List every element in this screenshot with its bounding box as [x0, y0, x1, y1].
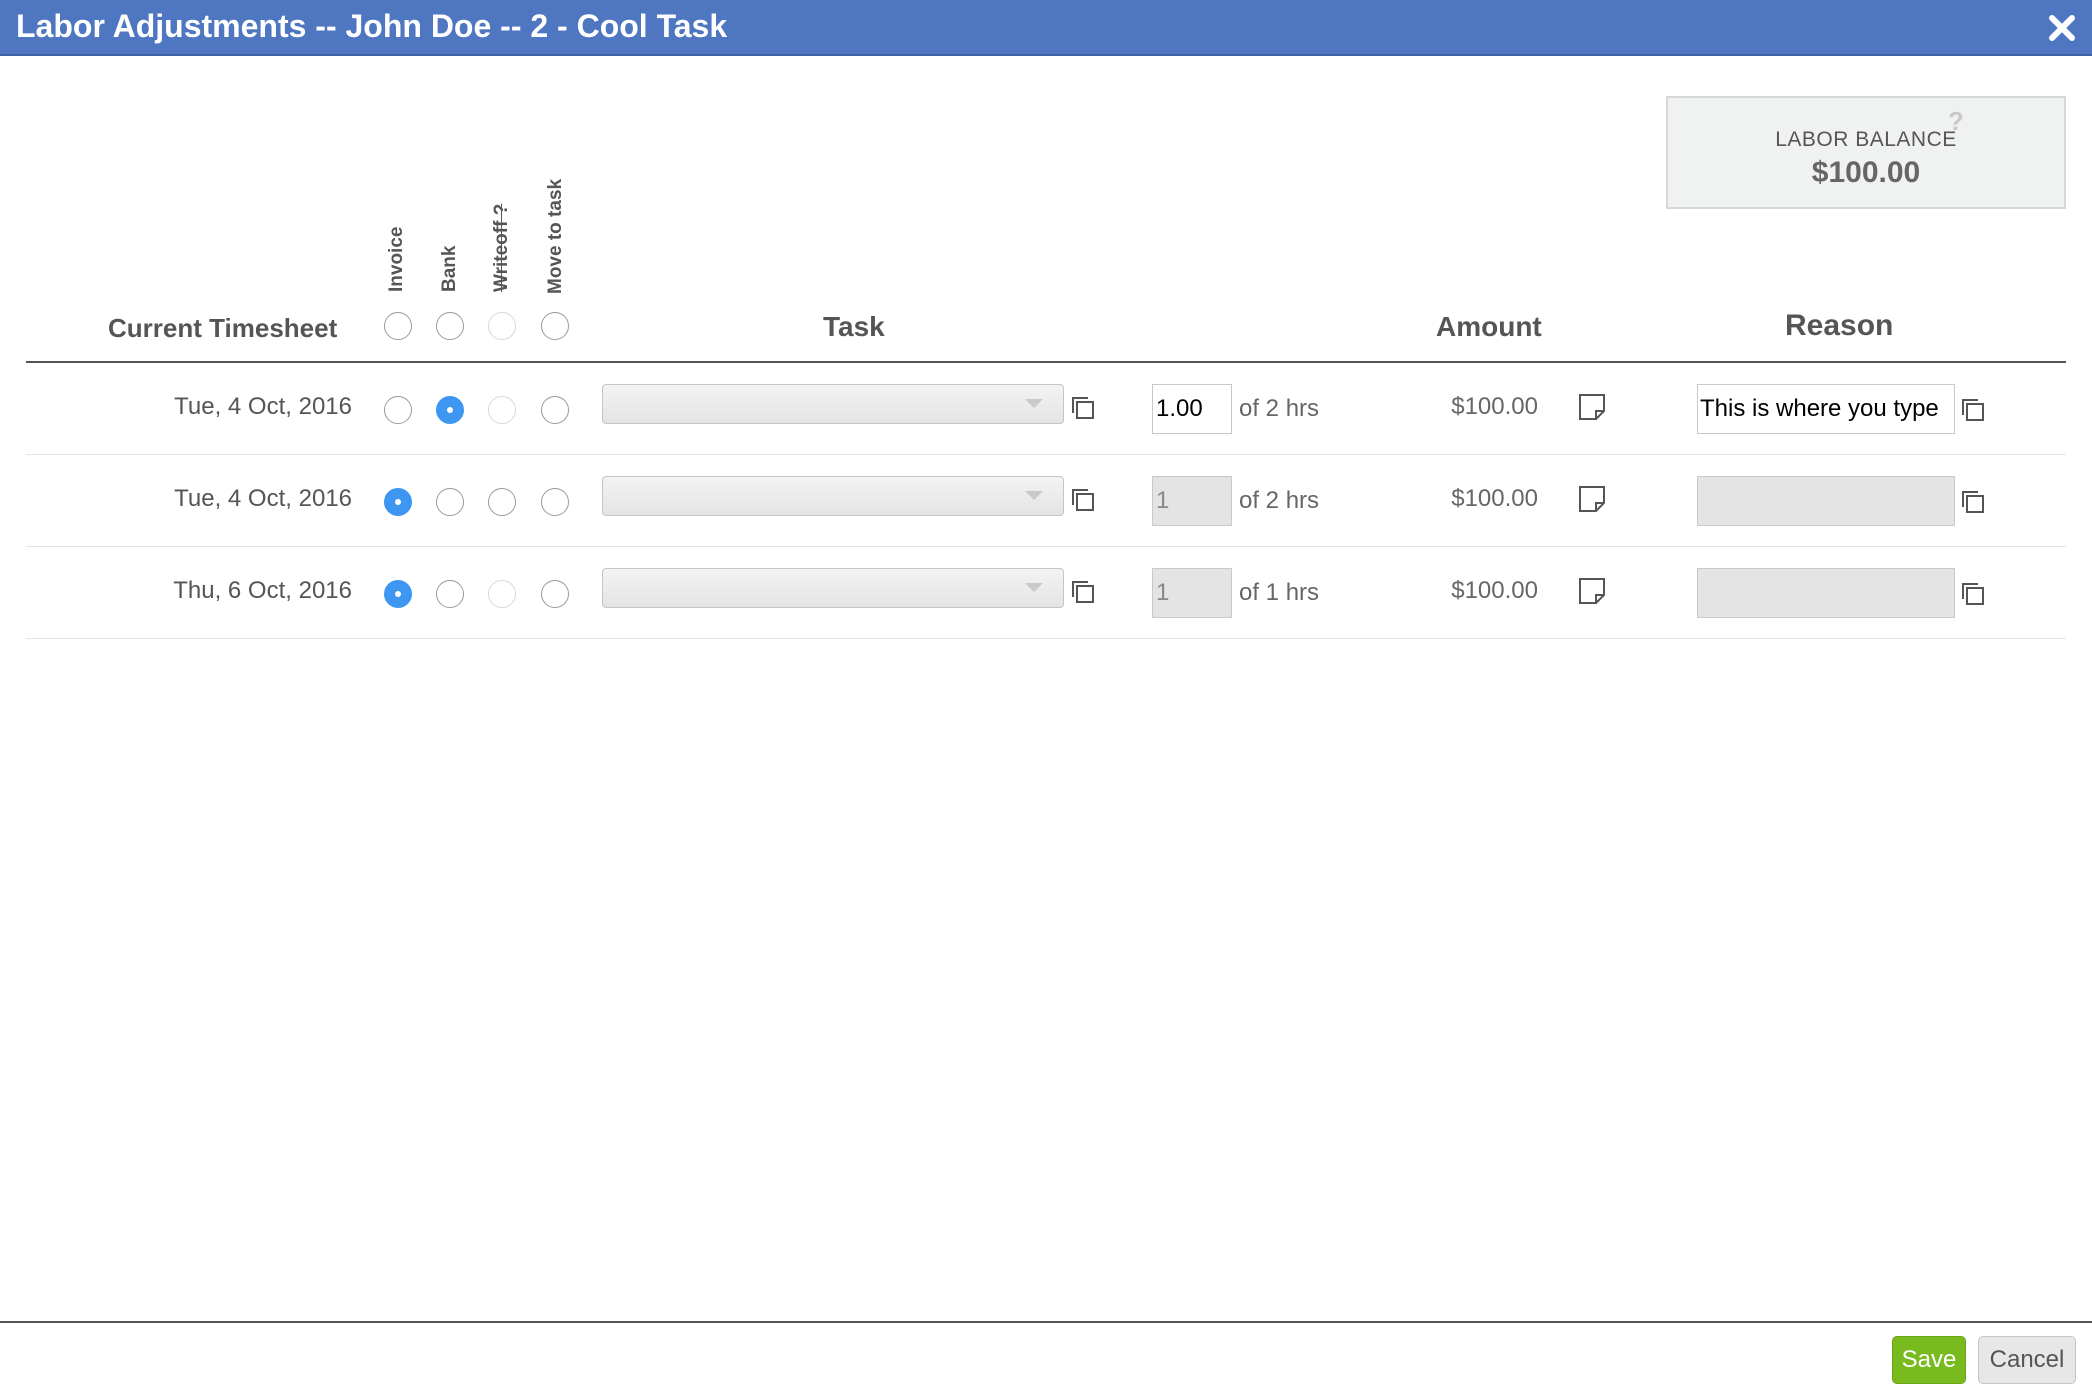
hours-input: [1152, 568, 1232, 618]
move-to-task-radio[interactable]: [541, 396, 569, 424]
column-task: Task: [823, 311, 885, 342]
labor-balance-panel: LABOR BALANCE $100.00 ?: [1666, 96, 2066, 209]
note-icon[interactable]: [1578, 393, 1606, 421]
row-divider: [26, 454, 2066, 455]
column-amount: Amount: [1436, 311, 1542, 342]
row-date: Tue, 4 Oct, 2016: [174, 393, 352, 420]
header-divider: [26, 361, 2066, 363]
column-current-timesheet: Current Timesheet: [108, 313, 338, 343]
chevron-down-icon: [1025, 399, 1043, 408]
save-button[interactable]: Save: [1892, 1336, 1966, 1384]
invoice-radio[interactable]: [384, 580, 412, 608]
reason-input: [1697, 476, 1955, 526]
copy-icon[interactable]: [1070, 486, 1098, 514]
copy-icon[interactable]: [1070, 578, 1098, 606]
task-select[interactable]: [602, 568, 1064, 608]
note-icon[interactable]: [1578, 577, 1606, 605]
reason-input: [1697, 568, 1955, 618]
move-to-task-radio[interactable]: [541, 580, 569, 608]
row-amount: $100.00: [1451, 485, 1538, 512]
invoice-radio[interactable]: [384, 488, 412, 516]
hours-total: of 1 hrs: [1239, 579, 1320, 606]
row-date: Tue, 4 Oct, 2016: [174, 485, 352, 512]
copy-icon[interactable]: [1960, 488, 1988, 516]
move-to-task-radio[interactable]: [541, 488, 569, 516]
dialog-title: Labor Adjustments -- John Doe -- 2 - Coo…: [16, 8, 728, 44]
select-all-invoice-radio[interactable]: [384, 312, 412, 340]
labor-balance-label: LABOR BALANCE: [1775, 128, 1957, 151]
chevron-down-icon: [1025, 583, 1043, 592]
close-icon[interactable]: [2044, 10, 2080, 46]
column-reason: Reason: [1785, 309, 1894, 342]
invoice-radio[interactable]: [384, 396, 412, 424]
cancel-button[interactable]: Cancel: [1978, 1336, 2076, 1384]
writeoff-radio[interactable]: [488, 488, 516, 516]
row-divider: [26, 638, 2066, 639]
row-divider: [26, 546, 2066, 547]
copy-icon[interactable]: [1960, 396, 1988, 424]
row-date: Thu, 6 Oct, 2016: [173, 577, 352, 604]
task-select[interactable]: [602, 384, 1064, 424]
copy-icon[interactable]: [1960, 580, 1988, 608]
hours-total: of 2 hrs: [1239, 395, 1320, 422]
labor-balance-value: $100.00: [1811, 156, 1921, 189]
column-bank-label: Bank: [439, 245, 460, 292]
hours-input: [1152, 476, 1232, 526]
dialog-titlebar: Labor Adjustments -- John Doe -- 2 - Coo…: [0, 0, 2092, 56]
column-invoice-label: Invoice: [386, 226, 407, 292]
bank-radio[interactable]: [436, 488, 464, 516]
column-writeoff-label: Writeoff ?: [491, 203, 512, 292]
writeoff-radio: [488, 396, 516, 424]
footer-divider: [0, 1321, 2092, 1323]
chevron-down-icon: [1025, 491, 1043, 500]
select-all-move-radio[interactable]: [541, 312, 569, 340]
hours-input[interactable]: [1152, 384, 1232, 434]
select-all-bank-radio[interactable]: [436, 312, 464, 340]
row-amount: $100.00: [1451, 577, 1538, 604]
row-amount: $100.00: [1451, 393, 1538, 420]
bank-radio[interactable]: [436, 580, 464, 608]
copy-icon[interactable]: [1070, 394, 1098, 422]
bank-radio[interactable]: [436, 396, 464, 424]
task-select[interactable]: [602, 476, 1064, 516]
select-all-writeoff-radio: [488, 312, 516, 340]
note-icon[interactable]: [1578, 485, 1606, 513]
reason-input[interactable]: [1697, 384, 1955, 434]
hours-total: of 2 hrs: [1239, 487, 1320, 514]
writeoff-radio: [488, 580, 516, 608]
column-move-to-task-label: Move to task: [545, 178, 566, 294]
help-icon[interactable]: ?: [1948, 106, 1964, 137]
